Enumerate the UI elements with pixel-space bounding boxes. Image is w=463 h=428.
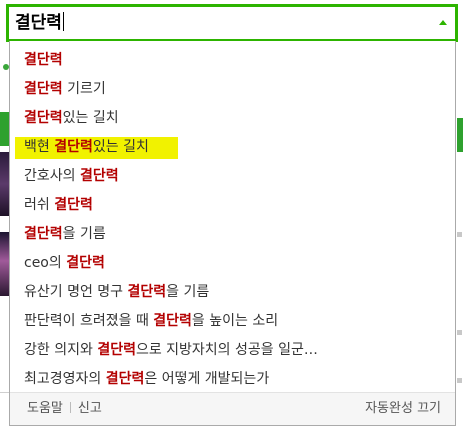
suggestion-text-part: 을 높이는 소리 xyxy=(191,313,279,329)
suggestion-item[interactable]: 결단력 xyxy=(10,46,455,75)
dropdown-footer: 도움말 신고 자동완성 끄기 xyxy=(10,392,455,425)
search-box[interactable]: 결단력 xyxy=(6,4,458,42)
suggestion-keyword: 결단력 xyxy=(97,342,136,358)
suggestion-item[interactable]: 러쉬 결단력 xyxy=(10,191,455,220)
suggestion-item[interactable]: 백현 결단력있는 길치 xyxy=(10,133,455,162)
suggestion-text: 결단력을 기름 xyxy=(24,226,106,242)
background-green-tab xyxy=(457,118,463,152)
suggestion-text-part: 을 기름 xyxy=(62,226,106,242)
footer-divider xyxy=(69,402,71,413)
suggestion-keyword: 결단력 xyxy=(127,284,167,300)
suggestion-text: ceo의 결단력 xyxy=(24,255,105,271)
suggestion-text-part: ceo의 xyxy=(24,255,67,271)
suggestion-keyword: 결단력 xyxy=(105,371,145,387)
suggestion-text: 최고경영자의 결단력은 어떻게 개발되는가 xyxy=(24,371,269,387)
suggestion-item[interactable]: 결단력있는 길치 xyxy=(10,104,455,133)
suggestion-keyword: 결단력 xyxy=(79,168,119,184)
suggestion-text: 결단력 기르기 xyxy=(24,81,106,97)
suggestion-text: 강한 의지와 결단력으로 지방자치의 성공을 일군… xyxy=(24,342,318,358)
suggestion-text: 판단력이 흐려졌을 때 결단력을 높이는 소리 xyxy=(24,313,278,329)
report-link[interactable]: 신고 xyxy=(78,401,102,416)
suggestion-keyword: 결단력 xyxy=(66,255,105,271)
background-mark xyxy=(457,378,462,383)
autocomplete-dropdown: 결단력 결단력 기르기 결단력있는 길치 백현 결단력있는 길치 간호사의 결단력 러쉬 … xyxy=(9,41,456,426)
background-mark xyxy=(457,232,462,237)
text-caret xyxy=(62,12,64,31)
suggestion-text: 러쉬 결단력 xyxy=(24,197,93,213)
suggestion-text-part: 기르기 xyxy=(62,81,106,97)
background-page-right xyxy=(455,46,463,428)
search-input[interactable]: 결단력 xyxy=(15,7,64,39)
suggestion-keyword: 결단력 xyxy=(24,52,63,68)
suggestion-text-part: 있는 길치 xyxy=(92,139,149,155)
suggestion-text-part: 유산기 명언 명구 xyxy=(24,284,128,300)
suggestion-text-part: 으로 지방자치의 성공을 일군… xyxy=(135,342,318,358)
suggestion-keyword: 결단력 xyxy=(153,313,192,329)
suggestion-text-part: 판단력이 흐려졌을 때 xyxy=(24,313,154,329)
suggestion-keyword: 결단력 xyxy=(24,226,63,242)
suggestion-item[interactable]: 강한 의지와 결단력으로 지방자치의 성공을 일군… xyxy=(10,336,455,365)
suggestion-keyword: 결단력 xyxy=(54,139,93,155)
suggestion-text: 결단력 xyxy=(24,52,63,68)
suggestion-item[interactable]: 결단력을 기름 xyxy=(10,220,455,249)
suggestion-text-part: 러쉬 xyxy=(24,197,55,213)
collapse-arrow-icon[interactable] xyxy=(439,20,447,25)
suggestion-text-part: 을 기름 xyxy=(166,284,210,300)
help-link[interactable]: 도움말 xyxy=(27,401,63,416)
suggestion-keyword: 결단력 xyxy=(24,81,63,97)
suggestion-text: 결단력있는 길치 xyxy=(24,110,119,126)
suggestion-keyword: 결단력 xyxy=(24,110,63,126)
suggestion-item[interactable]: 결단력 기르기 xyxy=(10,75,455,104)
suggestion-list: 결단력 결단력 기르기 결단력있는 길치 백현 결단력있는 길치 간호사의 결단력 러쉬 … xyxy=(10,46,455,394)
suggestion-text-part: 백현 xyxy=(24,139,55,155)
suggestion-item[interactable]: ceo의 결단력 xyxy=(10,249,455,278)
suggestion-item[interactable]: 간호사의 결단력 xyxy=(10,162,455,191)
suggestion-text-part: 은 어떻게 개발되는가 xyxy=(144,371,270,387)
background-mark xyxy=(457,330,462,335)
suggestion-text: 백현 결단력있는 길치 xyxy=(24,139,149,155)
suggestion-item[interactable]: 판단력이 흐려졌을 때 결단력을 높이는 소리 xyxy=(10,307,455,336)
suggestion-text: 간호사의 결단력 xyxy=(24,168,119,184)
suggestion-text-part: 간호사의 xyxy=(24,168,80,184)
suggestion-item[interactable]: 최고경영자의 결단력은 어떻게 개발되는가 xyxy=(10,365,455,394)
suggestion-text-part: 최고경영자의 xyxy=(24,371,106,387)
suggestion-text: 유산기 명언 명구 결단력을 기름 xyxy=(24,284,209,300)
autocomplete-off-link[interactable]: 자동완성 끄기 xyxy=(365,401,441,416)
search-input-value: 결단력 xyxy=(15,13,62,33)
suggestion-text-part: 강한 의지와 xyxy=(24,342,98,358)
suggestion-keyword: 결단력 xyxy=(54,197,93,213)
suggestion-text-part: 있는 길치 xyxy=(62,110,119,126)
suggestion-item[interactable]: 유산기 명언 명구 결단력을 기름 xyxy=(10,278,455,307)
